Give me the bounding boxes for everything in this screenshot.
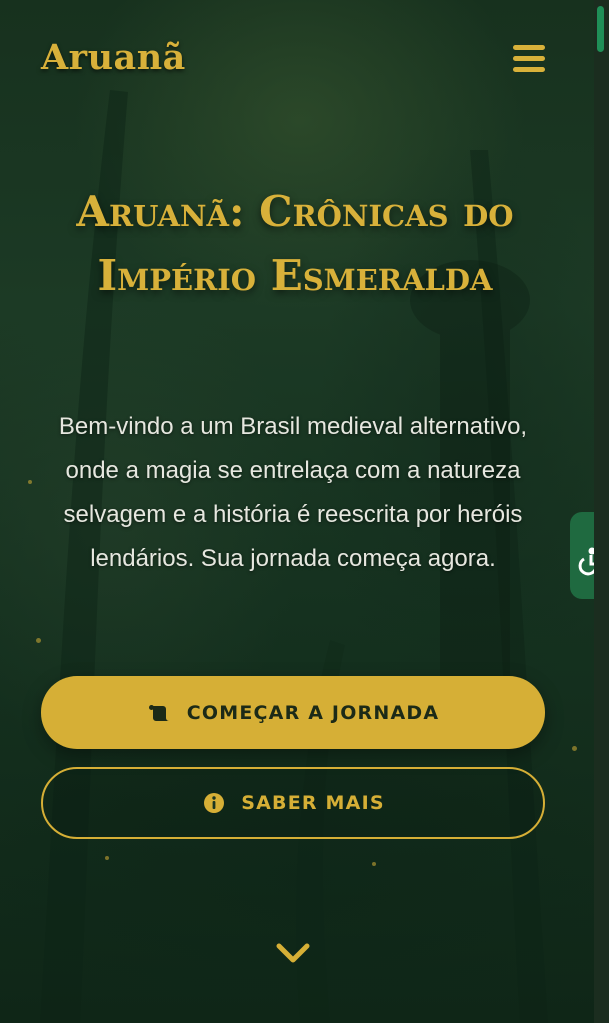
page-scrollbar[interactable] <box>594 0 609 1023</box>
hero-description: Bem-vindo a um Brasil medieval alternati… <box>58 413 528 572</box>
site-header: Aruanã <box>0 0 594 118</box>
scroll-icon <box>147 702 173 724</box>
hamburger-menu-icon <box>513 56 545 61</box>
info-circle-icon <box>201 792 227 814</box>
scrollbar-thumb[interactable] <box>597 6 604 52</box>
firefly-sparkle <box>572 746 577 751</box>
start-journey-label: COMEÇAR A JORNADA <box>186 701 440 724</box>
hamburger-menu-button[interactable] <box>510 42 548 76</box>
learn-more-label: SABER MAIS <box>241 792 385 814</box>
hamburger-menu-icon <box>513 67 545 72</box>
scroll-down-button[interactable] <box>274 938 312 968</box>
start-journey-button[interactable]: COMEÇAR A JORNADA <box>41 676 545 749</box>
firefly-sparkle <box>372 862 376 866</box>
hamburger-menu-icon <box>513 45 545 50</box>
learn-more-button[interactable]: SABER MAIS <box>41 767 545 839</box>
firefly-sparkle <box>36 638 41 643</box>
firefly-sparkle <box>28 480 32 484</box>
site-logo[interactable]: Aruanã <box>41 37 186 78</box>
hero-title: Aruanã: Crônicas do Império Esmeralda <box>76 187 514 300</box>
firefly-sparkle <box>105 856 109 860</box>
chevron-down-icon <box>276 943 310 963</box>
